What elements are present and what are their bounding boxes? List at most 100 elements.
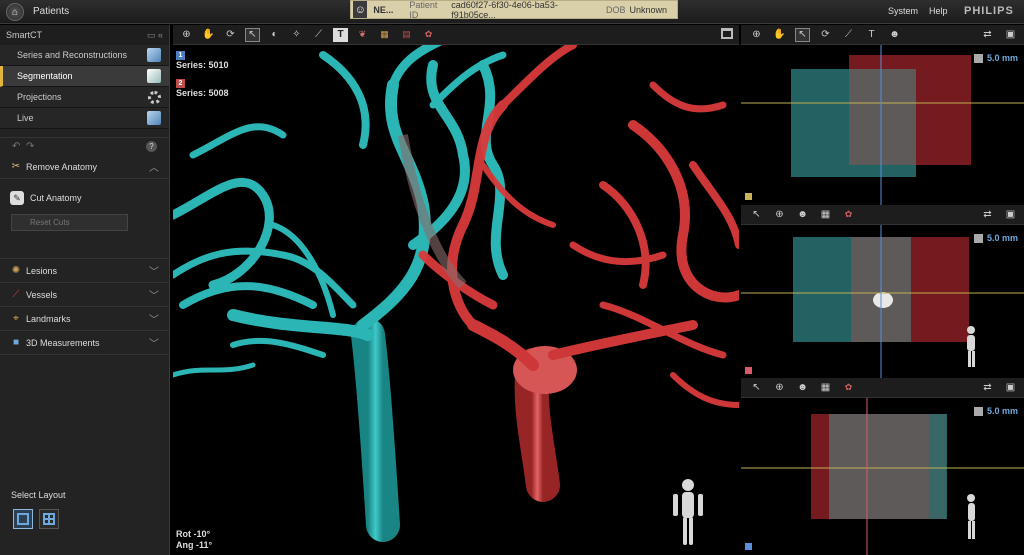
orientation-figure-icon xyxy=(673,479,703,545)
nav-projections[interactable]: Projections xyxy=(0,87,169,108)
text-annotation-icon[interactable]: T xyxy=(333,27,348,42)
zoom-icon[interactable]: ⊕ xyxy=(772,381,787,395)
section-label: Landmarks xyxy=(26,313,71,324)
section-remove-anatomy[interactable]: ✂ Remove Anatomy ︿ xyxy=(0,155,169,179)
zoom-icon[interactable]: ⊕ xyxy=(749,28,764,42)
patients-button[interactable]: Patients xyxy=(33,6,69,17)
collapse-panel-icon[interactable]: ▭ « xyxy=(147,30,163,41)
select-icon[interactable]: ↖ xyxy=(749,208,764,222)
cube-icon xyxy=(973,406,983,416)
color-map-icon[interactable]: ▦ xyxy=(377,28,392,42)
undo-redo-bar: ↶ ↷ ? xyxy=(0,137,169,155)
slice-thickness-value: 5.0 mm xyxy=(986,53,1018,63)
right-view-3[interactable]: 5.0 mm xyxy=(741,398,1024,555)
maximize-icon[interactable]: ▣ xyxy=(1003,208,1018,222)
section-3d-measurements[interactable]: ■ 3D Measurements ﹀ xyxy=(0,331,169,355)
volume-render-icon[interactable]: ✿ xyxy=(841,381,856,395)
maximize-icon[interactable]: ▣ xyxy=(1003,28,1018,42)
patient-icon: ☺ xyxy=(353,1,368,18)
text-annotation-icon[interactable]: T xyxy=(864,28,879,42)
nav-series-reconstructions[interactable]: Series and Reconstructions xyxy=(0,45,169,66)
section-lesions[interactable]: ✺ Lesions ﹀ xyxy=(0,259,169,283)
section-label: Remove Anatomy xyxy=(26,161,98,172)
volume-render-icon[interactable]: ✿ xyxy=(421,28,436,42)
undo-icon[interactable]: ↶ xyxy=(12,141,20,152)
help-menu[interactable]: Help xyxy=(929,6,948,16)
rotate-icon[interactable]: ⟳ xyxy=(818,28,833,42)
zoom-icon[interactable]: ⊕ xyxy=(772,208,787,222)
section-label: Vessels xyxy=(26,289,58,300)
head-icon[interactable]: ☻ xyxy=(887,28,902,42)
slice-thickness-value: 5.0 mm xyxy=(986,233,1018,243)
chevron-down-icon[interactable]: ﹀ xyxy=(149,263,159,278)
section-landmarks[interactable]: ⌖ Landmarks ﹀ xyxy=(0,307,169,331)
link-icon[interactable]: ⇄ xyxy=(980,208,995,222)
chevron-down-icon[interactable]: ﹀ xyxy=(149,311,159,326)
cube-icon xyxy=(973,53,983,63)
right-view-2[interactable]: 5.0 mm xyxy=(741,225,1024,378)
system-menu[interactable]: System xyxy=(888,6,918,16)
series-1-badge: 1 xyxy=(176,51,185,60)
chevron-down-icon[interactable]: ﹀ xyxy=(149,335,159,350)
right-view-1[interactable]: 5.0 mm xyxy=(741,45,1024,205)
landmark-icon: ⌖ xyxy=(13,313,19,324)
layout-grid-button[interactable] xyxy=(39,509,59,529)
window-level-icon[interactable]: ◐ xyxy=(267,28,282,42)
main-3d-view[interactable]: 1 Series: 5010 2 Series: 5008 Rot -10° A… xyxy=(173,45,739,555)
slice-thickness-1[interactable]: 5.0 mm xyxy=(973,53,1018,63)
main-view-toolbar: ⊕ ✋ ⟳ ↖ ◐ ✧ ⟋ T ❦ ▦ ▤ ✿ xyxy=(173,25,739,45)
sculpt-icon[interactable]: ✧ xyxy=(289,28,304,42)
maximize-icon[interactable]: ▣ xyxy=(1003,381,1018,395)
view-color-marker xyxy=(745,193,752,200)
patient-id-value: cad60f27-6f30-4e06-ba53-f91b05ce... xyxy=(451,0,558,20)
link-icon[interactable]: ⇄ xyxy=(980,28,995,42)
nav-label: Live xyxy=(17,113,34,123)
grid-icon[interactable]: ▦ xyxy=(818,381,833,395)
series-2-label: 2 Series: 5008 xyxy=(176,77,229,98)
help-icon[interactable]: ? xyxy=(146,141,157,152)
measure-icon[interactable]: ⟋ xyxy=(311,28,326,42)
overlay-icon[interactable]: ▤ xyxy=(399,28,414,42)
slice-thickness-3[interactable]: 5.0 mm xyxy=(973,406,1018,416)
rotate-icon[interactable]: ⟳ xyxy=(223,28,238,42)
nav-segmentation[interactable]: Segmentation xyxy=(0,66,169,87)
layout-main-plus-three-button[interactable] xyxy=(13,509,33,529)
section-vessels[interactable]: ⟋ Vessels ﹀ xyxy=(0,283,169,307)
redo-icon[interactable]: ↷ xyxy=(26,141,34,152)
head-icon[interactable]: ☻ xyxy=(795,208,810,222)
zoom-icon[interactable]: ⊕ xyxy=(179,28,194,42)
top-bar: ⌂ Patients ☺ NE... Patient ID cad60f27-6… xyxy=(0,0,1024,24)
pan-hand-icon[interactable]: ✋ xyxy=(201,28,216,42)
slice-thickness-2[interactable]: 5.0 mm xyxy=(973,233,1018,243)
slice-view-3-image xyxy=(741,398,1024,555)
head-icon[interactable]: ☻ xyxy=(795,381,810,395)
nav-live[interactable]: Live xyxy=(0,108,169,129)
remove-anatomy-icon: ✂ xyxy=(11,161,21,172)
ang-value: Ang -11° xyxy=(176,540,213,550)
select-icon[interactable]: ↖ xyxy=(795,27,810,42)
dob-value: Unknown xyxy=(629,4,667,15)
patient-banner[interactable]: ☺ NE... Patient ID cad60f27-6f30-4e06-ba… xyxy=(350,0,678,20)
vessel-rendering xyxy=(173,45,739,545)
select-icon[interactable]: ↖ xyxy=(749,381,764,395)
reset-cuts-button[interactable]: Reset Cuts xyxy=(11,214,128,231)
orientation-figure-icon xyxy=(967,326,975,367)
grid-icon[interactable]: ▦ xyxy=(818,208,833,222)
view-color-marker xyxy=(745,543,752,550)
link-icon[interactable]: ⇄ xyxy=(980,381,995,395)
measure-icon[interactable]: ⟋ xyxy=(841,28,856,42)
patient-name: NE... xyxy=(373,4,394,15)
cut-icon: ✎ xyxy=(10,191,24,205)
section-label: 3D Measurements xyxy=(26,337,100,348)
right-view-1-toolbar: ⊕ ✋ ↖ ⟳ ⟋ T ☻ ⇄ ▣ xyxy=(741,25,1024,45)
select-icon[interactable]: ↖ xyxy=(245,27,260,42)
lungs-icon[interactable]: ❦ xyxy=(355,28,370,42)
reset-cuts-label: Reset Cuts xyxy=(30,218,70,227)
home-icon[interactable]: ⌂ xyxy=(6,3,24,21)
maximize-icon[interactable] xyxy=(721,28,733,39)
chevron-down-icon[interactable]: ﹀ xyxy=(149,287,159,302)
chevron-up-icon[interactable]: ︿ xyxy=(149,159,159,174)
pan-hand-icon[interactable]: ✋ xyxy=(772,28,787,42)
volume-render-icon[interactable]: ✿ xyxy=(841,208,856,222)
cut-anatomy-button[interactable]: ✎ Cut Anatomy xyxy=(10,189,82,207)
